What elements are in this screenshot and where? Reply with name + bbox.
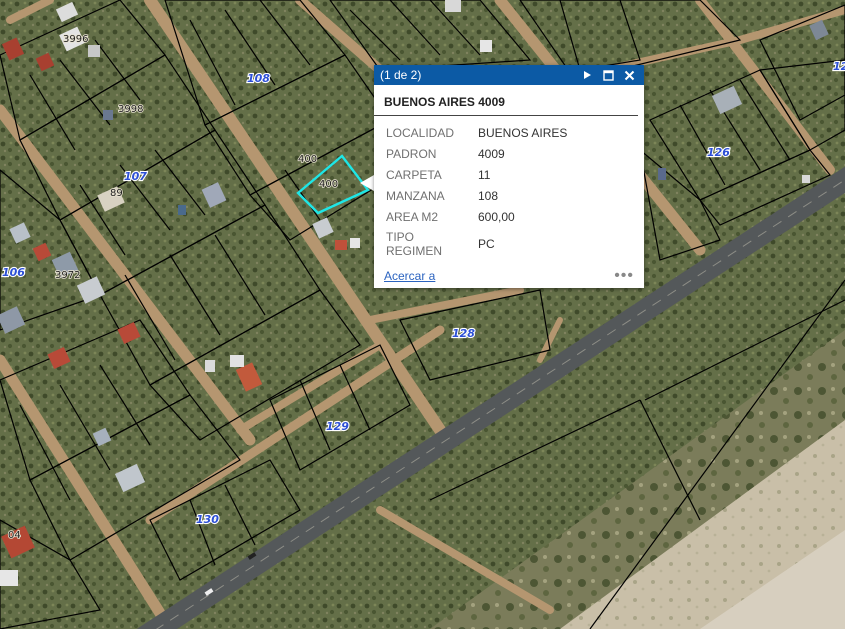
block-label: 126	[707, 146, 730, 159]
block-label: 107	[124, 170, 147, 183]
attribute-value: BUENOS AIRES	[478, 125, 568, 140]
lot-label: 3972	[55, 270, 80, 281]
lot-label: 3996	[63, 34, 88, 45]
attribute-key: MANZANA	[386, 188, 445, 203]
lot-label: 04	[8, 530, 21, 541]
block-label: 130	[196, 513, 219, 526]
attribute-key: CARPETA	[386, 167, 442, 182]
zoom-to-link[interactable]: Acercar a	[384, 269, 614, 283]
attribute-value: 11	[478, 167, 491, 182]
attribute-key: TIPO REGIMEN	[386, 230, 443, 258]
attribute-row: LOCALIDAD BUENOS AIRES	[380, 122, 573, 143]
block-label: 108	[247, 72, 270, 85]
attribute-key: PADRON	[386, 146, 437, 161]
attribute-row: PADRON 4009	[380, 143, 573, 164]
more-icon[interactable]: •••	[614, 267, 634, 285]
attribute-value: PC	[478, 237, 495, 251]
attribute-value: 600,00	[478, 209, 515, 224]
attribute-row: CARPETA 11	[380, 164, 573, 185]
lot-label: 3998	[118, 104, 143, 115]
lot-label: 89	[110, 188, 123, 199]
attribute-row: MANZANA 108	[380, 185, 573, 206]
close-icon[interactable]	[620, 66, 638, 84]
block-label: 129	[326, 420, 349, 433]
attribute-table: LOCALIDAD BUENOS AIRES PADRON 4009 CARPETA…	[380, 122, 573, 261]
popup-feature-count: (1 de 2)	[380, 68, 422, 82]
attribute-row: TIPO REGIMEN PC	[380, 227, 573, 261]
popup-title: BUENOS AIRES 4009	[374, 85, 638, 116]
popup-header: (1 de 2)	[374, 65, 644, 85]
feature-popup: (1 de 2) BUENOS AIRES 4009 LOCALIDAD BUEN…	[374, 65, 644, 288]
block-label: 128	[452, 327, 475, 340]
play-icon[interactable]	[578, 66, 596, 84]
attribute-row: AREA M2 600,00	[380, 206, 573, 227]
block-label: 12	[833, 60, 845, 73]
maximize-icon[interactable]	[599, 66, 617, 84]
lot-label: 400	[298, 154, 317, 165]
popup-footer: Acercar a •••	[374, 264, 644, 288]
block-label: 106	[2, 266, 25, 279]
lot-label: 400	[319, 179, 338, 190]
attribute-value: 4009	[478, 146, 505, 161]
attribute-value: 108	[478, 188, 499, 203]
attribute-key: AREA M2	[386, 209, 439, 224]
popup-pointer	[360, 175, 374, 191]
attribute-key: LOCALIDAD	[386, 125, 455, 140]
